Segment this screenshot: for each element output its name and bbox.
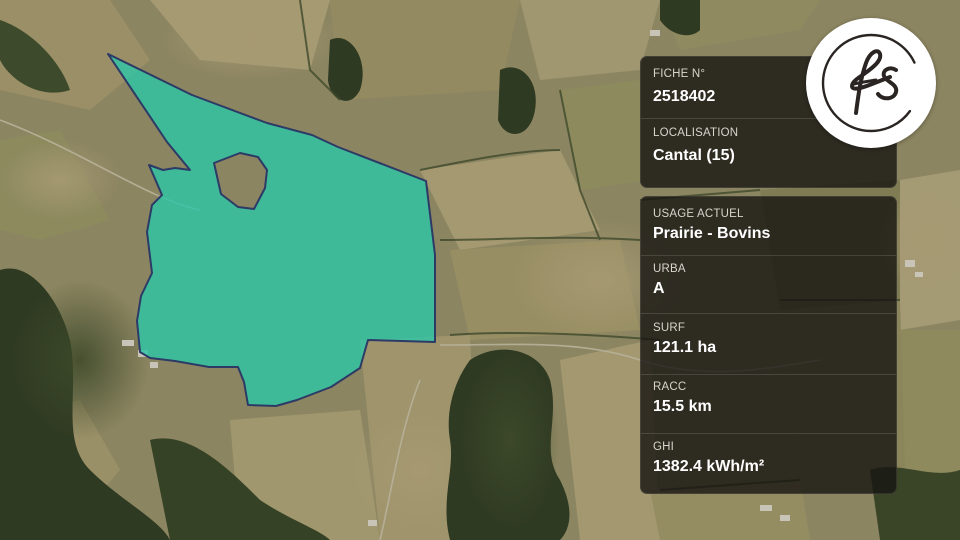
surf-label: SURF [653, 322, 686, 334]
divider [641, 313, 896, 314]
racc-value: 15.5 km [653, 398, 712, 415]
forest-shade [10, 280, 150, 440]
divider [641, 433, 896, 434]
urba-label: URBA [653, 263, 686, 275]
urba-value: A [653, 280, 665, 297]
localisation-value: Cantal (15) [653, 147, 735, 164]
usage-value: Prairie - Bovins [653, 225, 771, 242]
racc-label: RACC [653, 381, 687, 393]
ghi-value: 1382.4 kWh/m² [653, 458, 765, 475]
urba-field: URBA A [641, 262, 896, 299]
racc-field: RACC 15.5 km [641, 380, 896, 417]
parcel-details-panel: USAGE ACTUEL Prairie - Bovins URBA A SUR… [640, 196, 897, 494]
fs-logo-icon [821, 33, 921, 133]
ghi-label: GHI [653, 441, 675, 453]
divider [641, 255, 896, 256]
divider [641, 374, 896, 375]
usage-field: USAGE ACTUEL Prairie - Bovins [641, 207, 896, 244]
surf-field: SURF 121.1 ha [641, 321, 896, 358]
ghi-field: GHI 1382.4 kWh/m² [641, 440, 896, 477]
brand-logo [806, 18, 936, 148]
forest-shade [460, 350, 560, 530]
usage-label: USAGE ACTUEL [653, 208, 744, 220]
surf-value: 121.1 ha [653, 339, 717, 356]
